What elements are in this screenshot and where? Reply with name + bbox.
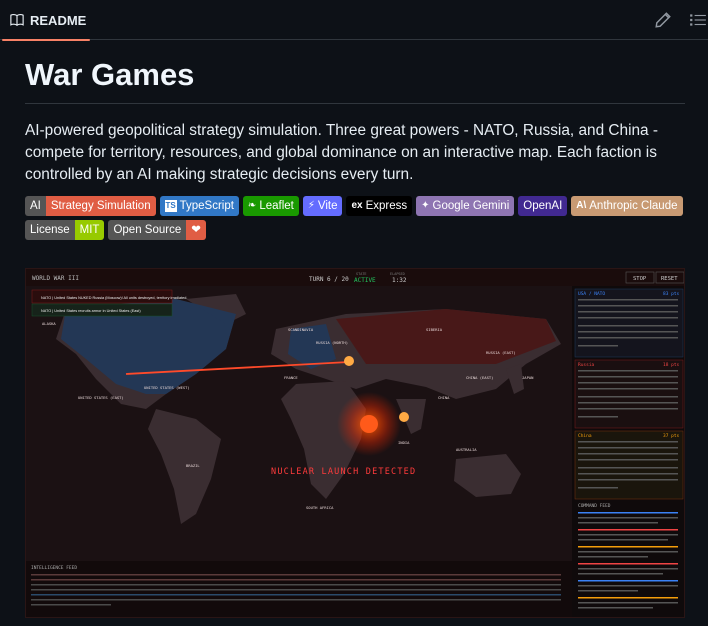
svg-text:83 pts: 83 pts: [663, 291, 680, 297]
anthropic-icon: A\: [576, 200, 587, 212]
command-feed-label: COMMAND FEED: [578, 503, 611, 509]
tab-label: README: [30, 12, 87, 28]
svg-text:ALASKA: ALASKA: [42, 321, 56, 326]
svg-text:CHINA: CHINA: [438, 395, 450, 400]
badge-anthropic-claude[interactable]: A\ Anthropic Claude: [571, 196, 683, 217]
svg-text:FRANCE: FRANCE: [284, 375, 298, 380]
svg-text:Russia: Russia: [578, 362, 595, 368]
game-elapsed: 1:32: [392, 277, 407, 284]
list-icon[interactable]: [689, 11, 707, 29]
game-title: WORLD WAR III: [32, 275, 79, 282]
svg-text:STATE: STATE: [356, 272, 367, 276]
heart-icon: ❤: [186, 220, 206, 241]
svg-text:SCANDINAVIA: SCANDINAVIA: [288, 327, 314, 332]
leaf-icon: ❧: [247, 200, 257, 212]
svg-text:China: China: [578, 433, 592, 439]
readme-body: War Games AI-powered geopolitical strate…: [25, 56, 685, 241]
pencil-icon[interactable]: [654, 11, 672, 29]
radiation-icon: [360, 415, 378, 433]
svg-text:RUSSIA (EAST): RUSSIA (EAST): [486, 350, 516, 355]
lightning-icon: ⚡: [307, 200, 315, 212]
svg-text:UNITED STATES (WEST): UNITED STATES (WEST): [144, 385, 190, 390]
game-state: ACTIVE: [354, 277, 376, 284]
badge-openai[interactable]: OpenAI: [518, 196, 568, 217]
svg-text:JAPAN: JAPAN: [522, 375, 534, 380]
game-screenshot: WORLD WAR III TURN 6 / 20 STATE ACTIVE E…: [25, 268, 685, 618]
sparkle-icon: ✦: [421, 200, 430, 212]
typescript-icon: TS: [164, 200, 177, 213]
svg-text:37 pts: 37 pts: [663, 433, 680, 439]
game-screenshot-canvas: WORLD WAR III TURN 6 / 20 STATE ACTIVE E…: [26, 269, 684, 617]
badge-license[interactable]: License MIT: [25, 220, 105, 241]
svg-text:STOP: STOP: [633, 276, 647, 282]
svg-text:RUSSIA (NORTH): RUSSIA (NORTH): [316, 340, 348, 345]
badge-vite[interactable]: ⚡ Vite: [302, 196, 343, 217]
svg-text:NATO | United States recruits: NATO | United States recruits armor in U…: [41, 309, 141, 313]
game-turn: TURN 6 / 20: [309, 276, 349, 283]
badge-strategy-simulation[interactable]: AI Strategy Simulation: [25, 196, 156, 217]
badge-open-source[interactable]: Open Source ❤: [108, 220, 206, 241]
svg-text:SIBERIA: SIBERIA: [426, 327, 443, 332]
svg-text:INDIA: INDIA: [398, 440, 410, 445]
svg-text:CHINA (EAST): CHINA (EAST): [466, 375, 493, 380]
project-description: AI-powered geopolitical strategy simulat…: [25, 122, 659, 184]
svg-text:USA / NATO: USA / NATO: [578, 291, 605, 297]
svg-text:AUSTRALIA: AUSTRALIA: [456, 447, 477, 452]
tab-active-indicator: [2, 39, 90, 41]
svg-text:RESET: RESET: [661, 276, 678, 282]
nuclear-alert-text: NUCLEAR LAUNCH DETECTED: [271, 467, 416, 477]
faction-russia-card: Russia 18 pts: [574, 359, 684, 429]
page-title: War Games: [25, 56, 685, 105]
faction-china-card: China 37 pts: [574, 430, 684, 500]
badge-leaflet[interactable]: ❧ Leaflet: [242, 196, 299, 217]
svg-text:BRAZIL: BRAZIL: [186, 463, 200, 468]
tab-readme[interactable]: README: [0, 0, 92, 41]
svg-text:NATO | United States NUKED Rus: NATO | United States NUKED Russia (Mosco…: [41, 296, 187, 300]
badge-google-gemini[interactable]: ✦ Google Gemini: [416, 196, 515, 217]
nuke-impact-marker: [344, 356, 354, 366]
readme-header: README: [0, 0, 708, 41]
svg-text:18 pts: 18 pts: [663, 362, 680, 368]
svg-text:ELAPSED: ELAPSED: [390, 272, 405, 276]
intelligence-feed-label: INTELLIGENCE FEED: [31, 565, 77, 571]
badge-typescript[interactable]: TS TypeScript: [159, 196, 239, 217]
badge-express[interactable]: ex Express: [346, 196, 413, 217]
book-icon: [10, 14, 24, 26]
express-icon: ex: [351, 200, 363, 212]
faction-nato-card: USA / NATO 83 pts: [574, 288, 684, 358]
badge-list: AI Strategy Simulation TS TypeScript ❧ Lea…: [25, 196, 685, 241]
svg-text:UNITED STATES (EAST): UNITED STATES (EAST): [78, 395, 124, 400]
svg-text:SOUTH AFRICA: SOUTH AFRICA: [306, 505, 334, 510]
